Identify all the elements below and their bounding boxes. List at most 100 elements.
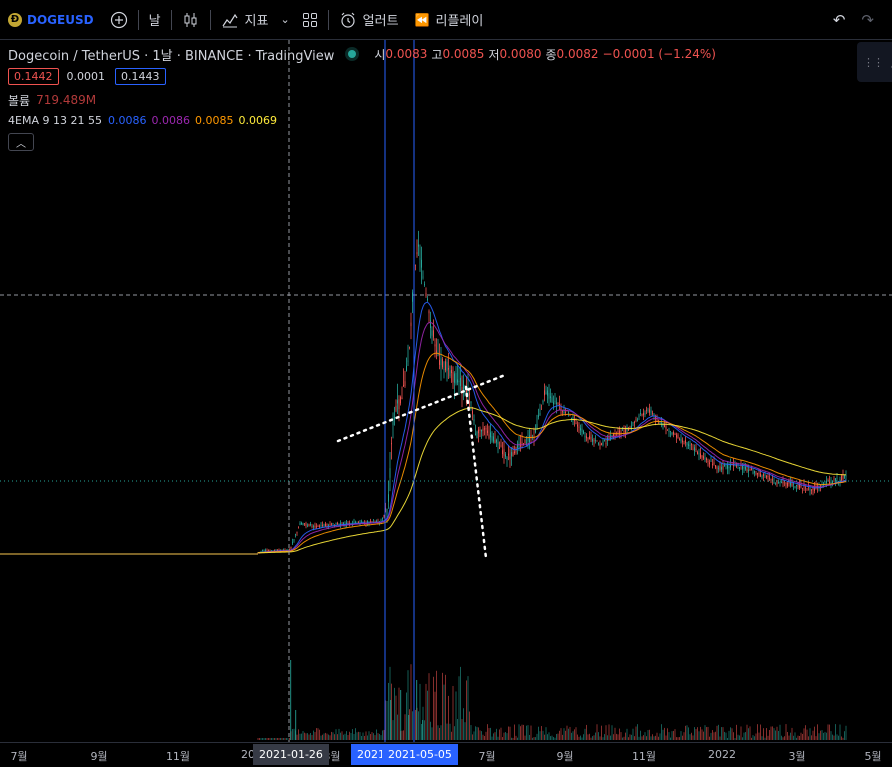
price-candle <box>686 442 688 445</box>
volume-bar <box>280 738 281 740</box>
buy-price-button[interactable]: 0.1443 <box>115 67 166 85</box>
price-candle <box>310 523 311 525</box>
floating-drawing-panel[interactable]: ⋮⋮ △ <box>857 42 892 82</box>
compare-symbol-button[interactable] <box>102 0 136 40</box>
interval-button[interactable]: 날 <box>141 0 169 40</box>
volume-bar <box>380 735 382 740</box>
volume-bar <box>545 727 547 740</box>
change-value: −0.0001 (−1.24%) <box>602 47 716 61</box>
price-candle <box>602 441 604 446</box>
volume-bar <box>410 664 412 740</box>
volume-bar <box>290 660 292 740</box>
volume-bar <box>482 734 484 740</box>
volume-bar <box>320 735 322 740</box>
price-candle <box>292 542 293 544</box>
volume-bar <box>437 725 439 740</box>
volume-legend-row[interactable]: 볼륨 719.489M <box>8 90 716 110</box>
price-candle <box>422 276 424 278</box>
volume-bar <box>491 736 493 740</box>
volume-bar <box>713 732 715 740</box>
indicators-button[interactable]: 지표 <box>213 0 277 40</box>
price-candle <box>712 464 713 466</box>
price-candle <box>436 350 437 353</box>
redo-button[interactable]: ↷ <box>853 0 892 40</box>
price-candle <box>394 416 395 420</box>
time-tick: 5월 <box>864 750 882 763</box>
volume-bar <box>787 732 788 740</box>
sell-price-button[interactable]: 0.1442 <box>8 67 59 85</box>
volume-bar <box>827 724 829 740</box>
volume-bar <box>451 731 452 740</box>
price-candle <box>448 367 449 370</box>
price-candle <box>439 360 440 365</box>
price-candle <box>829 481 830 484</box>
price-candle <box>577 424 578 427</box>
symbol-search-button[interactable]: Ð DOGEUSD <box>0 0 102 40</box>
price-candle <box>460 377 461 387</box>
close-label: 종 <box>545 47 557 62</box>
time-tick: 7월 <box>10 750 28 763</box>
volume-bar <box>548 732 550 740</box>
volume-bar <box>517 737 518 740</box>
volume-bar <box>689 734 691 740</box>
volume-bar <box>408 715 410 740</box>
volume-bar <box>487 724 488 740</box>
volume-bar <box>671 731 673 740</box>
undo-button[interactable]: ↶ <box>825 0 854 40</box>
price-candle <box>511 452 512 457</box>
volume-bar <box>809 728 811 740</box>
time-axis[interactable]: 7월 9월 11월 20 3월 7월 9월 11월 2022 3월 5월 202… <box>0 742 892 767</box>
symbol-title[interactable]: Dogecoin / TetherUS · 1날 · BINANCE · Tra… <box>8 45 334 64</box>
volume-bar <box>674 729 676 740</box>
volume-bar <box>808 736 809 740</box>
replay-button[interactable]: ⏪ 리플레이 <box>407 0 492 40</box>
price-candle <box>584 435 586 438</box>
volume-bar <box>404 714 406 740</box>
volume-bar <box>622 737 623 740</box>
ema-legend-row[interactable]: 4EMA 9 13 21 55 0.0086 0.0086 0.0085 0.0… <box>8 110 716 130</box>
volume-bar <box>752 735 754 740</box>
volume-bar <box>386 700 388 740</box>
price-candle <box>623 430 625 433</box>
chart-type-button[interactable] <box>174 0 208 40</box>
chevron-up-icon: ︿ <box>16 138 26 150</box>
price-candle <box>395 405 397 411</box>
volume-bar <box>313 730 314 740</box>
price-candle <box>697 451 698 454</box>
price-candle <box>703 456 704 459</box>
volume-bar <box>365 731 367 740</box>
time-tick: 2022 <box>708 748 736 761</box>
price-candle <box>487 430 488 433</box>
price-candle <box>767 476 769 477</box>
alert-button[interactable]: 얼러트 <box>331 0 407 40</box>
volume-bar <box>341 731 343 740</box>
price-candle <box>472 410 473 415</box>
price-candle <box>371 521 373 523</box>
price-candle <box>454 373 455 383</box>
price-candle <box>809 488 811 491</box>
drag-handle-icon[interactable]: ⋮⋮ <box>863 56 884 69</box>
price-candle <box>646 409 647 411</box>
price-candle <box>389 468 391 478</box>
price-candle <box>794 486 796 488</box>
volume-bar <box>710 732 712 740</box>
legend-collapse-button[interactable]: ︿ <box>8 133 34 151</box>
volume-bar <box>829 724 830 740</box>
volume-bar <box>433 676 434 740</box>
indicators-dropdown-button[interactable]: ⌄ <box>276 0 293 40</box>
volume-bar <box>817 724 818 740</box>
price-candle <box>290 546 292 549</box>
volume-bar <box>395 695 397 740</box>
volume-bar <box>494 732 496 740</box>
price-candle <box>622 429 623 431</box>
price-candle <box>431 330 433 336</box>
layout-button[interactable] <box>294 0 326 40</box>
price-candle <box>419 258 421 260</box>
volume-bar <box>461 719 463 740</box>
volume-bar <box>370 734 371 740</box>
volume-bar <box>274 738 275 740</box>
ema55-value: 0.0069 <box>238 113 277 127</box>
crosshair-date-label: 2021-01-26 <box>253 744 329 765</box>
volume-bar <box>269 738 271 740</box>
price-candle <box>328 525 329 527</box>
